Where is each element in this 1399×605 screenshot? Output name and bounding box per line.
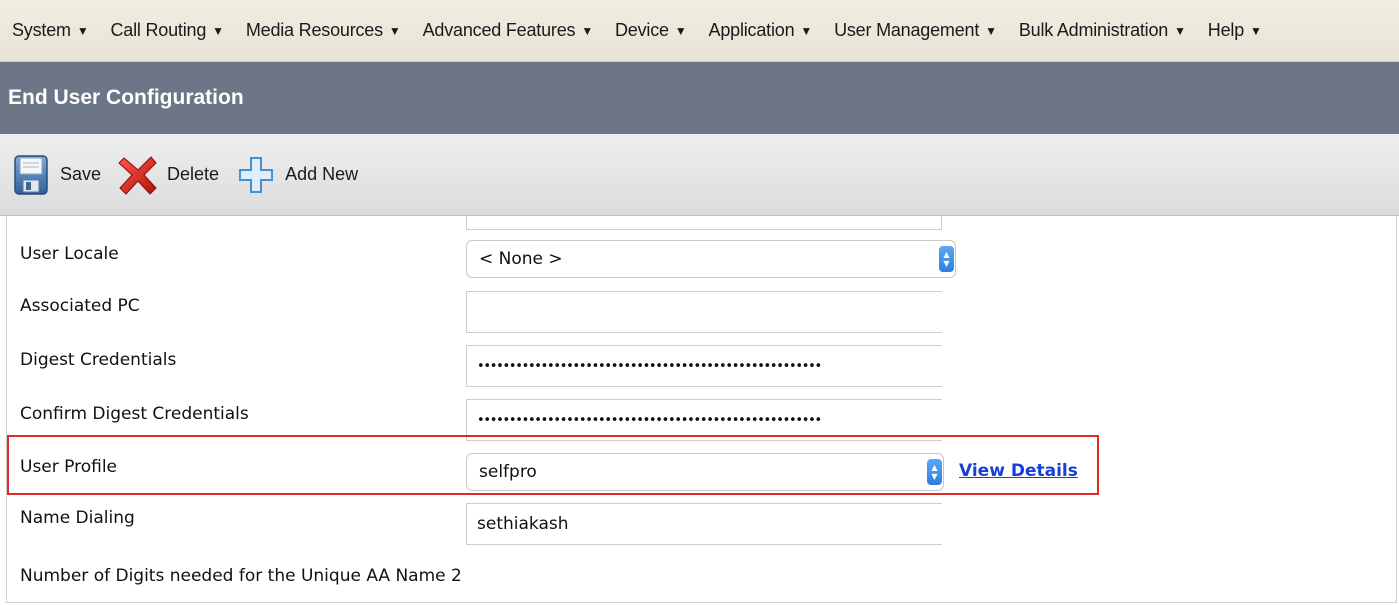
menu-label: Advanced Features — [422, 20, 576, 40]
digest-credentials-label: Digest Credentials — [20, 350, 177, 370]
action-toolbar: Save Delete Add New — [0, 134, 1399, 216]
name-dialing-value: sethiakash — [477, 514, 569, 534]
associated-pc-label: Associated PC — [20, 296, 140, 316]
menu-call-routing[interactable]: Call Routing ▼ — [110, 20, 225, 41]
associated-pc-input[interactable] — [466, 291, 942, 333]
name-dialing-label: Name Dialing — [20, 508, 135, 528]
dropdown-caret-icon: ▼ — [581, 24, 593, 38]
menu-label: User Management — [834, 20, 980, 40]
dropdown-caret-icon: ▼ — [76, 24, 89, 38]
menu-device[interactable]: Device ▼ — [615, 20, 687, 41]
menu-label: Call Routing — [110, 20, 207, 40]
red-x-icon — [117, 152, 159, 198]
menu-label: System — [12, 20, 71, 40]
dropdown-caret-icon: ▼ — [212, 24, 224, 38]
menu-label: Bulk Administration — [1018, 20, 1169, 40]
unique-aa-digits-label: Number of Digits needed for the Unique A… — [20, 566, 462, 586]
menu-label: Help — [1207, 20, 1245, 40]
user-locale-label: User Locale — [20, 244, 119, 264]
user-profile-select[interactable]: selfpro ▲ ▼ — [466, 453, 944, 491]
user-profile-value: selfpro — [479, 462, 537, 482]
dropdown-caret-icon: ▼ — [1174, 24, 1186, 38]
view-details-link[interactable]: View Details — [959, 461, 1078, 481]
delete-label: Delete — [167, 164, 220, 184]
confirm-digest-credentials-label: Confirm Digest Credentials — [20, 404, 249, 424]
menu-advanced-features[interactable]: Advanced Features ▼ — [422, 20, 594, 41]
dropdown-caret-icon: ▼ — [800, 24, 813, 38]
dropdown-caret-icon: ▼ — [1250, 24, 1262, 38]
menu-application[interactable]: Application ▼ — [709, 20, 813, 41]
dropdown-caret-icon: ▼ — [388, 24, 401, 38]
save-label: Save — [60, 164, 102, 184]
add-new-label: Add New — [285, 164, 359, 184]
name-dialing-input[interactable]: sethiakash — [466, 503, 942, 545]
digest-credentials-input[interactable]: ••••••••••••••••••••••••••••••••••••••••… — [466, 345, 942, 387]
dropdown-caret-icon: ▼ — [985, 24, 997, 38]
select-arrows-icon: ▲ ▼ — [939, 246, 954, 272]
menu-bulk-administration[interactable]: Bulk Administration ▼ — [1019, 20, 1186, 41]
page-title-bar: End User Configuration — [0, 62, 1399, 134]
menu-label: Application — [708, 20, 795, 40]
floppy-disk-icon — [10, 152, 52, 198]
menu-system[interactable]: System ▼ — [12, 20, 89, 41]
dropdown-caret-icon: ▼ — [674, 24, 687, 38]
save-button[interactable]: Save — [10, 152, 101, 198]
user-locale-value: < None > — [479, 249, 563, 269]
main-menu-bar: System ▼ Call Routing ▼ Media Resources ▼ A… — [0, 0, 1399, 62]
menu-media-resources[interactable]: Media Resources ▼ — [246, 20, 401, 41]
digest-credentials-value: ••••••••••••••••••••••••••••••••••••••••… — [477, 358, 822, 374]
delete-button[interactable]: Delete — [117, 152, 219, 198]
add-new-button[interactable]: Add New — [235, 152, 358, 198]
menu-label: Device — [615, 20, 669, 40]
menu-help[interactable]: Help ▼ — [1208, 20, 1262, 41]
confirm-digest-credentials-value: ••••••••••••••••••••••••••••••••••••••••… — [477, 412, 822, 428]
menu-label: Media Resources — [245, 20, 383, 40]
page-title: End User Configuration — [8, 86, 244, 109]
blue-plus-icon — [235, 152, 277, 198]
user-profile-label: User Profile — [20, 457, 118, 477]
previous-field-edge — [466, 216, 942, 230]
menu-user-management[interactable]: User Management ▼ — [834, 20, 997, 41]
select-arrows-icon: ▲ ▼ — [927, 459, 942, 485]
user-config-form: User Locale < None > ▲ ▼ Associated PC Di… — [6, 216, 1397, 603]
user-locale-select[interactable]: < None > ▲ ▼ — [466, 240, 956, 278]
